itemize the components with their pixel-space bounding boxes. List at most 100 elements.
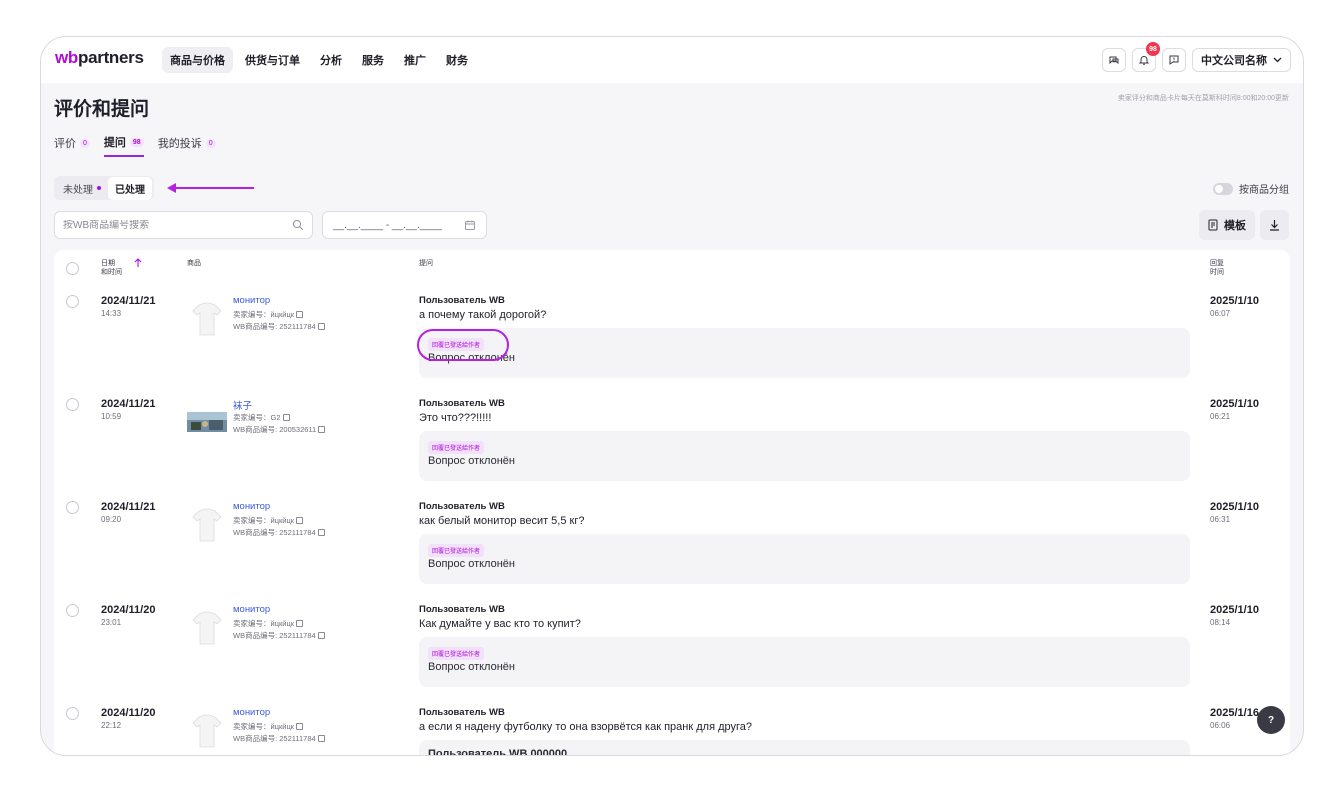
status-filter: 未处理 已处理 [54, 176, 154, 200]
sort-arrow-up-icon[interactable] [134, 258, 142, 268]
question-text: Это что???!!!!! [419, 412, 492, 424]
copy-icon[interactable] [282, 414, 290, 421]
questions-table: 日期 和时间 商品 提问 回复 时间 2024/11/21 14:33 монито… [54, 250, 1290, 755]
filter-unprocessed[interactable]: 未处理 [56, 177, 108, 200]
date-range-picker[interactable]: __.__.____ - __.__.____ [322, 211, 487, 239]
table-row[interactable]: 2024/11/20 22:12 монитор 卖家编号：йцкйцк WB商… [54, 699, 1290, 755]
template-button[interactable]: 模板 [1199, 210, 1255, 240]
product-thumbnail-tshirt[interactable] [187, 505, 227, 545]
product-thumbnail-photo[interactable] [187, 402, 227, 442]
table-row[interactable]: 2024/11/21 09:20 монитор 卖家编号：йцкйцк WB商… [54, 493, 1290, 596]
reply-time: 06:07 [1210, 309, 1231, 318]
main-nav: 商品与价格 供货与订单 分析 服务 推广 财务 [162, 47, 476, 73]
copy-icon[interactable] [317, 632, 325, 639]
group-by-label: 按商品分组 [1239, 185, 1289, 196]
header-question: 提问 [419, 260, 433, 267]
notification-count-badge: 98 [1146, 42, 1160, 56]
question-author: Пользователь WB [419, 604, 505, 615]
copy-icon[interactable] [317, 323, 325, 330]
group-by-toggle[interactable] [1213, 182, 1233, 195]
question-author: Пользователь WB [419, 295, 505, 306]
template-icon [1208, 219, 1218, 231]
header-date[interactable]: 日期 和时间 [101, 259, 122, 277]
row-checkbox[interactable] [66, 501, 79, 514]
download-button[interactable] [1260, 210, 1289, 240]
copy-icon[interactable] [317, 529, 325, 536]
copy-icon[interactable] [296, 620, 304, 627]
table-row[interactable]: 2024/11/21 14:33 монитор 卖家编号：йцкйцк WB商… [54, 287, 1290, 390]
product-thumbnail-tshirt[interactable] [187, 299, 227, 339]
copy-icon[interactable] [317, 735, 325, 742]
nav-item-products-prices[interactable]: 商品与价格 [162, 47, 233, 73]
nav-item-finance[interactable]: 财务 [438, 47, 476, 73]
company-selector[interactable]: 中文公司名称 [1192, 48, 1291, 72]
copy-icon[interactable] [296, 517, 304, 524]
nav-item-promotion[interactable]: 推广 [396, 47, 434, 73]
question-date: 2024/11/21 [101, 398, 156, 410]
row-checkbox[interactable] [66, 707, 79, 720]
copy-icon[interactable] [296, 723, 304, 730]
notifications-button[interactable]: 98 [1132, 42, 1160, 72]
row-checkbox[interactable] [66, 398, 79, 411]
question-author: Пользователь WB [419, 501, 505, 512]
tab-reviews[interactable]: 评价 0 [54, 134, 90, 157]
copy-icon[interactable] [318, 426, 326, 433]
question-date: 2024/11/21 [101, 501, 156, 513]
answer-box[interactable]: 回覆已發送給作者 Вопрос отклонён [419, 328, 1190, 378]
answer-box[interactable]: 回覆已發送給作者 Вопрос отклонён [419, 431, 1190, 481]
answer-box[interactable]: 回覆已發送給作者 Вопрос отклонён [419, 637, 1190, 687]
answer-box[interactable]: Пользователь WB 000000 [419, 740, 1190, 755]
question-date: 2024/11/20 [101, 604, 156, 616]
tab-my-complaints[interactable]: 我的投诉 0 [158, 134, 216, 157]
select-all-checkbox[interactable] [66, 262, 79, 275]
reply-date: 2025/1/16 [1210, 707, 1259, 719]
question-date: 2024/11/20 [101, 707, 156, 719]
product-name-link[interactable]: монитор [233, 295, 270, 306]
question-text: как белый монитор весит 5,5 кг? [419, 515, 585, 527]
feedback-button[interactable] [1162, 48, 1186, 72]
wb-product-id: WB商品编号: 252111784 [233, 733, 325, 744]
product-name-link[interactable]: монитор [233, 501, 270, 512]
reply-date: 2025/1/10 [1210, 501, 1259, 513]
tabs: 评价 0 提问 98 我的投诉 0 [54, 134, 216, 157]
product-name-link[interactable]: монитор [233, 604, 270, 615]
feedback-icon [1169, 55, 1179, 65]
product-thumbnail-tshirt[interactable] [187, 608, 227, 648]
group-by-product: 按商品分组 [1213, 181, 1289, 196]
search-icon[interactable] [292, 219, 304, 231]
company-name: 中文公司名称 [1201, 55, 1267, 67]
answer-text: Вопрос отклонён [428, 558, 515, 570]
nav-item-services[interactable]: 服务 [354, 47, 392, 73]
question-author: Пользователь WB [419, 707, 505, 718]
answer-box[interactable]: 回覆已發送給作者 Вопрос отклонён [419, 534, 1190, 584]
copy-icon[interactable] [296, 311, 304, 318]
top-bar: wbpartners 商品与价格 供货与订单 分析 服务 推广 财务 98 中文… [41, 37, 1303, 83]
wbpartners-logo[interactable]: wbpartners [55, 48, 144, 68]
wb-product-id: WB商品编号: 252111784 [233, 321, 325, 332]
table-row[interactable]: 2024/11/21 10:59 袜子 卖家编号：G2 WB商品编号: 2005… [54, 390, 1290, 493]
chat-button[interactable] [1102, 48, 1126, 72]
product-name-link[interactable]: монитор [233, 707, 270, 718]
help-button[interactable]: ? [1257, 706, 1285, 734]
tab-count-badge: 0 [80, 138, 90, 148]
reply-status-badge: 回覆已發送給作者 [428, 441, 485, 454]
chat-icon [1109, 56, 1119, 65]
table-row[interactable]: 2024/11/20 23:01 монитор 卖家编号：йцкйцк WB商… [54, 596, 1290, 699]
product-name-link[interactable]: 袜子 [233, 398, 252, 412]
calendar-icon [465, 220, 475, 230]
search-input[interactable] [63, 219, 263, 231]
question-date: 2024/11/21 [101, 295, 156, 307]
question-time: 23:01 [101, 618, 122, 627]
row-checkbox[interactable] [66, 295, 79, 308]
nav-item-analytics[interactable]: 分析 [312, 47, 350, 73]
annotation-arrow [167, 183, 254, 193]
new-dot [97, 186, 101, 190]
update-note: 卖家评分和商品卡片每天在莫斯科时间8:00和20:00更新 [1117, 95, 1289, 102]
row-checkbox[interactable] [66, 604, 79, 617]
product-thumbnail-tshirt[interactable] [187, 711, 227, 751]
tab-questions[interactable]: 提问 98 [103, 134, 144, 157]
filter-processed[interactable]: 已处理 [108, 176, 152, 200]
table-header: 日期 和时间 商品 提问 回复 时间 [54, 250, 1290, 286]
seller-sku: 卖家编号：йцкйцк [233, 515, 304, 526]
nav-item-supply-orders[interactable]: 供货与订单 [237, 47, 308, 73]
